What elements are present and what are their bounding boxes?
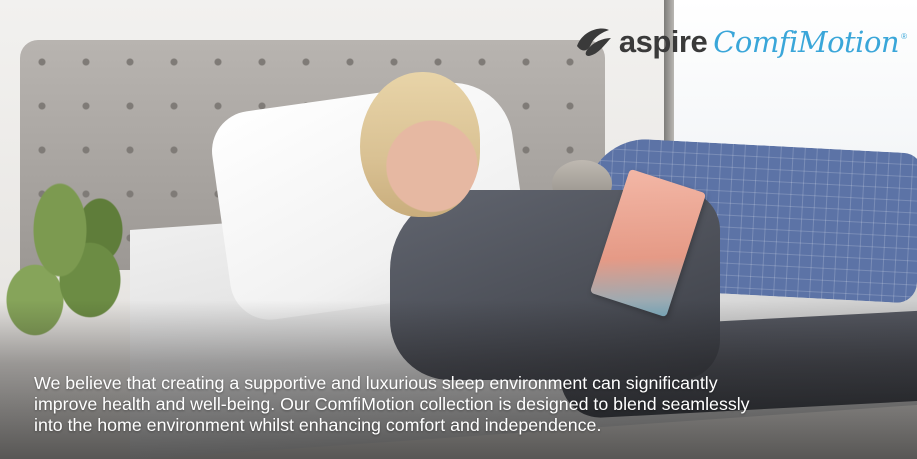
aspire-swoosh-icon — [573, 24, 613, 60]
logo-product-text: ComfiMotion — [713, 25, 900, 59]
caption-text: We believe that creating a supportive an… — [34, 373, 894, 436]
caption-line: improve health and well-being. Our Comfi… — [34, 394, 750, 414]
logo-brand-text: aspire — [618, 24, 708, 59]
brand-logo[interactable]: aspire ComfiMotion ® — [573, 24, 907, 60]
hero-banner: aspire ComfiMotion ® We believe that cre… — [0, 0, 917, 459]
registered-mark: ® — [901, 32, 907, 41]
caption-line: into the home environment whilst enhanci… — [34, 415, 602, 435]
caption-line: We believe that creating a supportive an… — [34, 373, 718, 393]
woman-head — [360, 72, 480, 217]
